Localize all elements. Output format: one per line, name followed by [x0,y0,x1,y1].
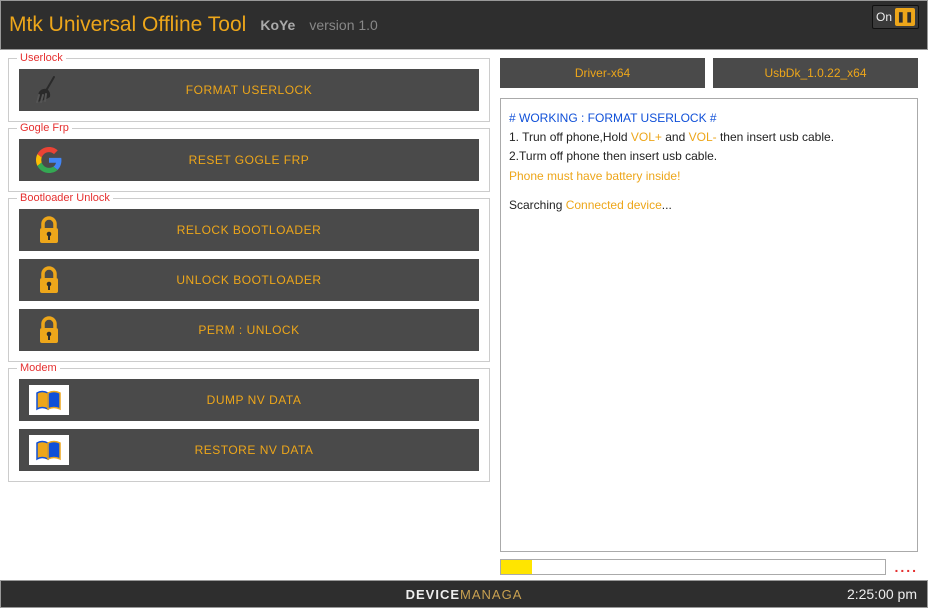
progress-fill [501,560,532,574]
on-label: On [876,10,892,24]
log-volminus: VOL- [689,130,717,144]
book-icon [29,435,69,465]
on-toggle[interactable]: On ❚❚ [872,5,919,29]
book-icon [29,385,69,415]
log-sb: Connected device [566,198,662,212]
broom-icon [19,69,79,111]
app-version: version 1.0 [309,17,377,33]
clock: 2:25:00 pm [847,586,917,602]
log-sa: Scarching [509,198,566,212]
log-l1a: 1. Trun off phone,Hold [509,130,631,144]
footer-managa: MANAGA [460,587,522,602]
app-title: Mtk Universal Offline Tool [9,13,246,37]
footer-bar: DEVICEMANAGA 2:25:00 pm [0,580,928,608]
frp-group: Gogle Frp RESET GOGLE FRP [8,128,490,192]
lock-icon [19,309,79,351]
unlock-bootloader-button[interactable]: UNLOCK BOOTLOADER [19,259,479,301]
lock-icon [19,259,79,301]
log-searching: Scarching Connected device... [509,196,909,215]
log-working-line: # WORKING : FORMAT USERLOCK # [509,109,909,128]
perm-unlock-button[interactable]: PERM : UNLOCK [19,309,479,351]
reset-frp-label: RESET GOGLE FRP [79,153,479,167]
driver-x64-button[interactable]: Driver-x64 [500,58,705,88]
bootloader-legend: Bootloader Unlock [17,192,113,204]
spacer [509,186,909,196]
perm-label: PERM : UNLOCK [79,323,479,337]
log-warning: Phone must have battery inside! [509,167,909,186]
restore-nv-button[interactable]: RESTORE NV DATA [19,429,479,471]
format-userlock-button[interactable]: FORMAT USERLOCK [19,69,479,111]
relock-label: RELOCK BOOTLOADER [79,223,479,237]
progress-bar [500,559,886,575]
restore-label: RESTORE NV DATA [79,443,479,457]
left-panel: Userlock FORMAT USERLOCK Gogle Frp RESET… [0,50,494,580]
modem-legend: Modem [17,362,60,374]
usbdk-button[interactable]: UsbDk_1.0.22_x64 [713,58,918,88]
unlock-label: UNLOCK BOOTLOADER [79,273,479,287]
log-volplus: VOL+ [631,130,662,144]
userlock-legend: Userlock [17,52,66,64]
modem-group: Modem DUMP NV DATA RESTORE NV DATA [8,368,490,482]
footer-text: DEVICEMANAGA [406,587,523,602]
log-sc: ... [662,198,672,212]
app-subtitle: KoYe [260,17,295,33]
driver-buttons: Driver-x64 UsbDk_1.0.22_x64 [500,58,918,88]
frp-legend: Gogle Frp [17,122,72,134]
userlock-group: Userlock FORMAT USERLOCK [8,58,490,122]
google-icon [19,139,79,181]
status-dots: .... [894,559,918,575]
footer-device: DEVICE [406,587,460,602]
log-line-1: 1. Trun off phone,Hold VOL+ and VOL- the… [509,128,909,147]
right-panel: Driver-x64 UsbDk_1.0.22_x64 # WORKING : … [494,50,924,580]
dump-nv-button[interactable]: DUMP NV DATA [19,379,479,421]
dump-label: DUMP NV DATA [79,393,479,407]
lock-icon [19,209,79,251]
relock-bootloader-button[interactable]: RELOCK BOOTLOADER [19,209,479,251]
main-area: Userlock FORMAT USERLOCK Gogle Frp RESET… [0,50,928,580]
log-l1e: then insert usb cable. [717,130,834,144]
format-userlock-label: FORMAT USERLOCK [79,83,479,97]
pause-icon[interactable]: ❚❚ [895,8,915,26]
reset-frp-button[interactable]: RESET GOGLE FRP [19,139,479,181]
log-l1c: and [662,130,689,144]
progress-row: .... [500,558,918,576]
bootloader-group: Bootloader Unlock RELOCK BOOTLOADER UNLO… [8,198,490,362]
header-bar: Mtk Universal Offline Tool KoYe version … [0,0,928,50]
log-output: # WORKING : FORMAT USERLOCK # 1. Trun of… [500,98,918,552]
log-line-2: 2.Turm off phone then insert usb cable. [509,147,909,166]
